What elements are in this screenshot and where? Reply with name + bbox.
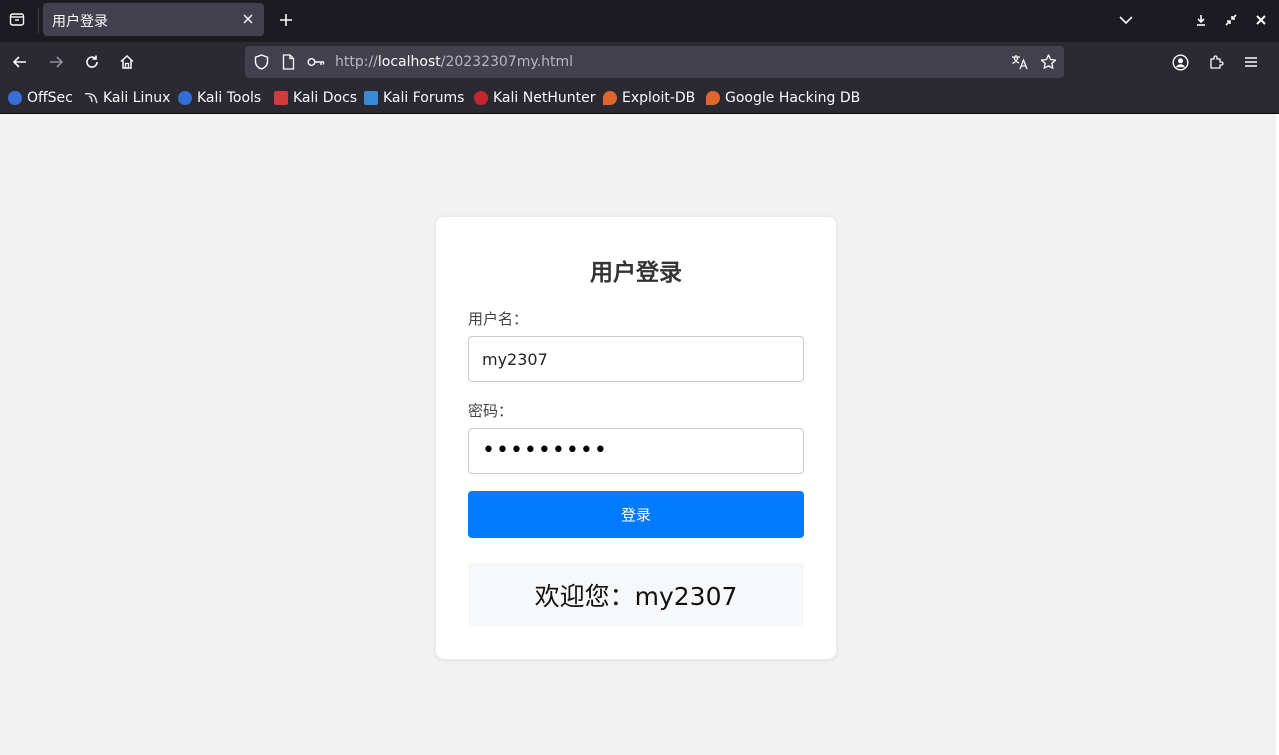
nethunter-icon bbox=[474, 91, 488, 105]
password-value: ••••••••• bbox=[482, 438, 608, 463]
extensions-icon[interactable] bbox=[1203, 49, 1229, 75]
bookmark-label: Kali NetHunter bbox=[493, 90, 596, 106]
close-icon[interactable] bbox=[240, 11, 256, 27]
menu-icon[interactable] bbox=[1238, 49, 1264, 75]
login-button-label: 登录 bbox=[620, 506, 651, 524]
bookmark-exploit-db[interactable]: Exploit-DB bbox=[603, 89, 695, 107]
page-icon[interactable] bbox=[280, 54, 296, 70]
star-icon[interactable] bbox=[1039, 54, 1057, 70]
chevron-down-icon[interactable] bbox=[1115, 9, 1137, 31]
kali-tools-icon bbox=[178, 91, 192, 105]
welcome-message: 欢迎您：my2307 bbox=[468, 562, 804, 627]
minimize-icon[interactable] bbox=[1190, 9, 1212, 31]
bookmark-label: Kali Tools bbox=[197, 90, 262, 106]
welcome-text: 欢迎您：my2307 bbox=[534, 581, 738, 611]
bookmark-kali-docs[interactable]: Kali Docs bbox=[274, 89, 357, 107]
bookmarks-toolbar: OffSec Kali Linux Kali Tools Kali Docs K… bbox=[0, 83, 1279, 114]
reload-icon[interactable] bbox=[79, 49, 105, 75]
url-path: /20232307my.html bbox=[440, 54, 573, 70]
bookmark-label: Kali Linux bbox=[103, 90, 171, 106]
url-text[interactable]: http://localhost/20232307my.html bbox=[335, 54, 573, 70]
translate-icon[interactable] bbox=[1011, 54, 1029, 70]
tab-strip: 用户登录 bbox=[0, 0, 1279, 42]
shield-icon[interactable] bbox=[253, 54, 269, 70]
url-host: localhost bbox=[377, 54, 441, 70]
bookmark-kali-nethunter[interactable]: Kali NetHunter bbox=[474, 89, 595, 107]
login-button[interactable]: 登录 bbox=[468, 491, 804, 538]
username-value: my2307 bbox=[482, 349, 548, 369]
back-icon[interactable] bbox=[7, 49, 33, 75]
forward-icon[interactable] bbox=[43, 49, 69, 75]
close-window-icon[interactable] bbox=[1250, 9, 1272, 31]
bookmark-offsec[interactable]: OffSec bbox=[8, 89, 73, 107]
bookmark-label: Exploit-DB bbox=[622, 90, 696, 106]
kali-dragon-icon bbox=[84, 91, 98, 105]
tab-strip-divider bbox=[38, 8, 39, 34]
page-title: 用户登录 bbox=[590, 260, 682, 286]
new-tab-button[interactable] bbox=[273, 7, 299, 33]
tab-list-icon[interactable] bbox=[4, 6, 30, 32]
exploit-db-icon bbox=[603, 91, 617, 105]
username-input[interactable]: my2307 bbox=[468, 336, 804, 382]
tab-title: 用户登录 bbox=[52, 14, 108, 30]
bookmark-kali-tools[interactable]: Kali Tools bbox=[178, 89, 261, 107]
home-icon[interactable] bbox=[114, 49, 140, 75]
restore-icon[interactable] bbox=[1220, 9, 1242, 31]
kali-forums-icon bbox=[364, 91, 378, 105]
username-label: 用户名： bbox=[468, 310, 529, 328]
url-scheme: http:// bbox=[335, 54, 378, 70]
navigation-toolbar: http://localhost/20232307my.html bbox=[0, 42, 1279, 83]
bookmark-label: Kali Docs bbox=[293, 90, 358, 106]
bookmark-kali-linux[interactable]: Kali Linux bbox=[84, 89, 170, 107]
offsec-icon bbox=[8, 91, 22, 105]
bookmark-google-hacking-db[interactable]: Google Hacking DB bbox=[706, 89, 860, 107]
login-card: 用户登录 用户名： my2307 密码： ••••••••• 登录 欢迎您：my… bbox=[436, 217, 836, 659]
password-label: 密码： bbox=[468, 402, 514, 420]
account-icon[interactable] bbox=[1167, 49, 1193, 75]
bookmark-label: OffSec bbox=[27, 90, 73, 106]
password-input[interactable]: ••••••••• bbox=[468, 428, 804, 474]
tab-active[interactable]: 用户登录 bbox=[43, 3, 264, 36]
url-bar[interactable]: http://localhost/20232307my.html bbox=[245, 46, 1064, 78]
key-icon[interactable] bbox=[307, 54, 325, 70]
bookmark-kali-forums[interactable]: Kali Forums bbox=[364, 89, 464, 107]
kali-docs-icon bbox=[274, 91, 288, 105]
ghdb-icon bbox=[706, 91, 720, 105]
bookmark-label: Google Hacking DB bbox=[725, 90, 861, 106]
bookmark-label: Kali Forums bbox=[383, 90, 465, 106]
